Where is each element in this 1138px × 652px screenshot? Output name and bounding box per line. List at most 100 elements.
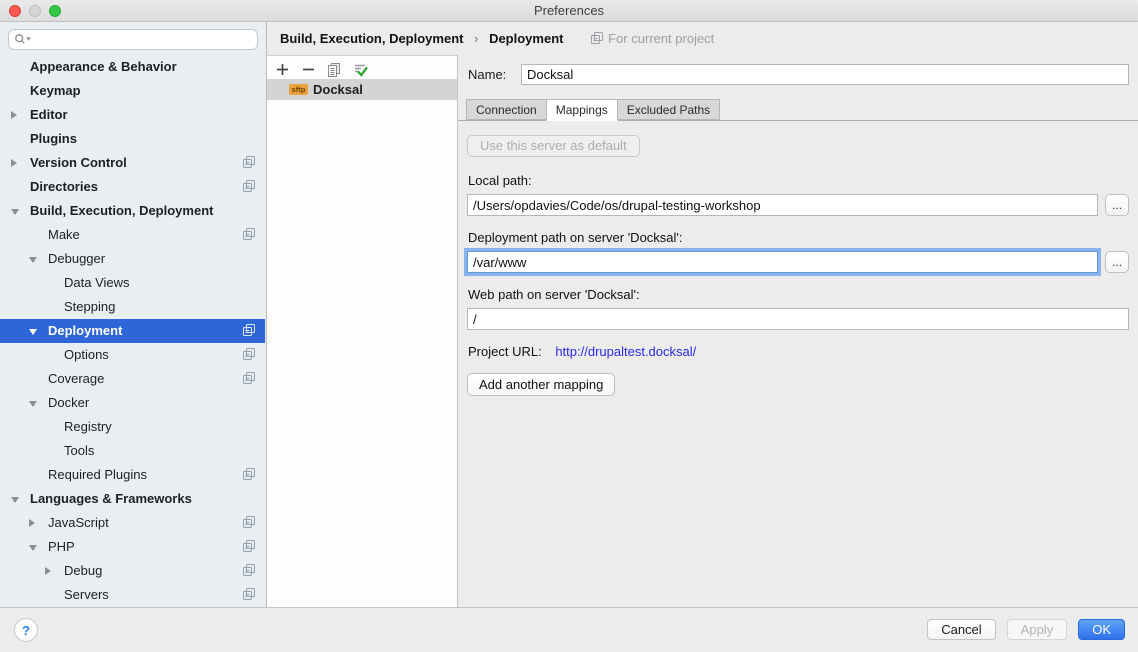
field-input-deployment-path-on-server-docksal[interactable] — [467, 251, 1098, 273]
per-project-icon — [591, 33, 603, 48]
sidebar-item-label: Docker — [48, 395, 89, 410]
sidebar-item-label: Make — [48, 227, 80, 242]
sidebar-item-php[interactable]: PHP — [0, 535, 265, 559]
project-url-label: Project URL: — [468, 344, 542, 359]
field-row — [467, 308, 1129, 330]
per-project-icon — [243, 156, 255, 169]
sidebar-item-label: Deployment — [48, 323, 122, 338]
project-url-row: Project URL: http://drupaltest.docksal/ — [468, 344, 1129, 361]
add-mapping-button[interactable]: Add another mapping — [467, 373, 615, 396]
add-icon[interactable] — [274, 62, 290, 78]
per-project-icon — [243, 468, 255, 481]
sftp-badge-icon: sftp — [289, 84, 308, 95]
ok-button[interactable]: OK — [1078, 619, 1125, 640]
sidebar-item-servers[interactable]: Servers — [0, 583, 265, 607]
cancel-button[interactable]: Cancel — [927, 619, 995, 640]
close-button[interactable] — [9, 5, 21, 17]
sidebar-item-languages-frameworks[interactable]: Languages & Frameworks — [0, 487, 265, 511]
chevron-down-icon[interactable] — [29, 329, 37, 335]
per-project-icon — [243, 348, 255, 361]
sidebar-item-label: Required Plugins — [48, 467, 147, 482]
sidebar-item-debugger[interactable]: Debugger — [0, 247, 265, 271]
apply-button[interactable]: Apply — [1007, 619, 1068, 640]
chevron-right-icon[interactable] — [29, 519, 35, 527]
name-row: Name: — [458, 64, 1138, 86]
field-input-web-path-on-server-docksal[interactable] — [467, 308, 1129, 330]
breadcrumb: Build, Execution, Deployment › Deploymen… — [268, 22, 1138, 55]
dialog-footer: ? Cancel Apply OK — [0, 607, 1138, 652]
tab-excluded-paths[interactable]: Excluded Paths — [617, 99, 720, 120]
sidebar-item-plugins[interactable]: Plugins — [0, 127, 265, 151]
sidebar-item-stepping[interactable]: Stepping — [0, 295, 265, 319]
sidebar-item-deployment[interactable]: Deployment — [0, 319, 265, 343]
settings-tree: Appearance & Behavior Keymap Editor Plugins… — [0, 55, 265, 607]
name-input[interactable] — [521, 64, 1129, 85]
tab-mappings[interactable]: Mappings — [546, 99, 618, 121]
sidebar-item-label: Registry — [64, 419, 112, 434]
sidebar-item-registry[interactable]: Registry — [0, 415, 265, 439]
sidebar-item-javascript[interactable]: JavaScript — [0, 511, 265, 535]
breadcrumb-separator: › — [474, 31, 478, 46]
sidebar-item-label: Debugger — [48, 251, 105, 266]
project-url-link[interactable]: http://drupaltest.docksal/ — [555, 344, 696, 359]
sidebar-item-label: Languages & Frameworks — [30, 491, 192, 506]
sidebar-item-build-execution-deployment[interactable]: Build, Execution, Deployment — [0, 199, 265, 223]
chevron-down-icon[interactable] — [29, 257, 37, 263]
chevron-down-icon[interactable] — [29, 545, 37, 551]
sidebar-item-label: Directories — [30, 179, 98, 194]
zoom-button[interactable] — [49, 5, 61, 17]
mapping-fields: Local path:... Deployment path on server … — [467, 173, 1129, 330]
sidebar-item-label: PHP — [48, 539, 75, 554]
chevron-right-icon[interactable] — [45, 567, 51, 575]
sidebar-item-appearance-behavior[interactable]: Appearance & Behavior — [0, 55, 265, 79]
traffic-lights — [9, 5, 61, 17]
sidebar-item-version-control[interactable]: Version Control — [0, 151, 265, 175]
name-label: Name: — [468, 67, 506, 82]
copy-icon[interactable] — [326, 62, 342, 78]
sidebar-item-options[interactable]: Options — [0, 343, 265, 367]
chevron-down-icon[interactable] — [11, 209, 19, 215]
field-input-local-path[interactable] — [467, 194, 1098, 216]
per-project-icon — [243, 324, 255, 337]
sidebar-item-directories[interactable]: Directories — [0, 175, 265, 199]
browse-button[interactable]: ... — [1105, 251, 1129, 273]
sidebar-item-label: Appearance & Behavior — [30, 59, 177, 74]
server-item-docksal[interactable]: sftpDocksal — [267, 79, 457, 100]
sidebar-item-label: Tools — [64, 443, 94, 458]
sidebar-item-data-views[interactable]: Data Views — [0, 271, 265, 295]
field-label-web-path-on-server-docksal: Web path on server 'Docksal': — [468, 287, 1129, 302]
help-button[interactable]: ? — [14, 618, 38, 642]
breadcrumb-parent[interactable]: Build, Execution, Deployment — [280, 31, 463, 46]
chevron-right-icon[interactable] — [11, 159, 17, 167]
tab-connection[interactable]: Connection — [466, 99, 547, 120]
browse-button[interactable]: ... — [1105, 194, 1129, 216]
remove-icon[interactable] — [300, 62, 316, 78]
settings-sidebar: Appearance & Behavior Keymap Editor Plugins… — [0, 22, 267, 607]
field-label-local-path: Local path: — [468, 173, 1129, 188]
window-title: Preferences — [0, 0, 1138, 21]
chevron-right-icon[interactable] — [11, 111, 17, 119]
use-as-default-icon[interactable] — [352, 62, 368, 78]
sidebar-item-label: Keymap — [30, 83, 81, 98]
sidebar-item-docker[interactable]: Docker — [0, 391, 265, 415]
sidebar-item-make[interactable]: Make — [0, 223, 265, 247]
sidebar-item-tools[interactable]: Tools — [0, 439, 265, 463]
scope-indicator: For current project — [591, 31, 714, 46]
sidebar-item-required-plugins[interactable]: Required Plugins — [0, 463, 265, 487]
chevron-down-icon[interactable] — [11, 497, 19, 503]
per-project-icon — [243, 564, 255, 577]
search-field[interactable] — [8, 29, 258, 50]
sidebar-item-editor[interactable]: Editor — [0, 103, 265, 127]
scope-label: For current project — [608, 31, 714, 46]
field-label-deployment-path-on-server-docksal: Deployment path on server 'Docksal': — [468, 230, 1129, 245]
chevron-down-icon[interactable] — [29, 401, 37, 407]
use-default-button[interactable]: Use this server as default — [467, 135, 640, 157]
search-input[interactable] — [34, 31, 257, 48]
per-project-icon — [243, 228, 255, 241]
sidebar-item-debug[interactable]: Debug — [0, 559, 265, 583]
sidebar-item-keymap[interactable]: Keymap — [0, 79, 265, 103]
sidebar-item-label: Plugins — [30, 131, 77, 146]
sidebar-item-coverage[interactable]: Coverage — [0, 367, 265, 391]
minimize-button[interactable] — [29, 5, 41, 17]
search-icon — [14, 33, 33, 46]
